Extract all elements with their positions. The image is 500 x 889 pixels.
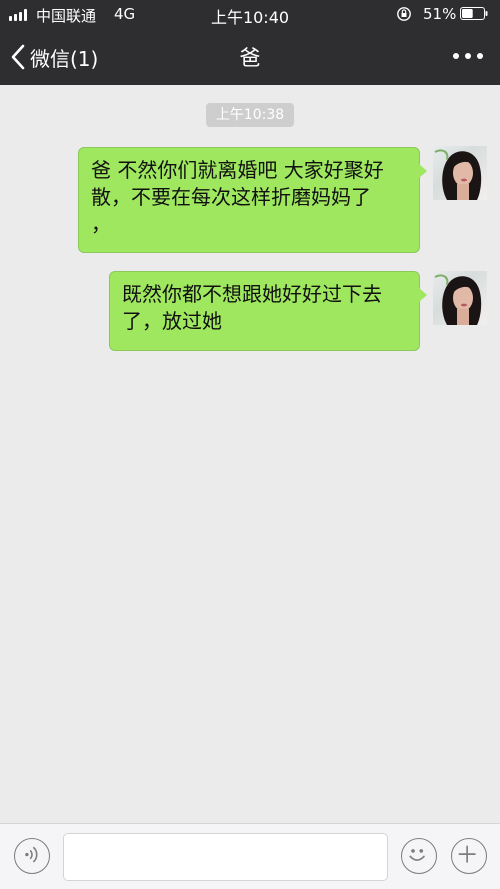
emoji-icon bbox=[409, 849, 425, 861]
message-timestamp: 上午10:38 bbox=[206, 103, 294, 127]
more-button[interactable] bbox=[450, 48, 486, 64]
avatar[interactable] bbox=[433, 146, 487, 200]
avatar-portrait-icon bbox=[434, 149, 482, 200]
chat-title: 爸 bbox=[239, 46, 261, 70]
plus-icon bbox=[458, 845, 476, 863]
battery-percent: 51% bbox=[423, 5, 457, 23]
message-input[interactable] bbox=[63, 833, 388, 881]
rotation-lock-icon bbox=[397, 7, 411, 21]
status-bar: 中国联通 4G 上午10:40 51% bbox=[0, 0, 500, 28]
voice-icon bbox=[25, 846, 38, 863]
nav-bar: 微信(1) 爸 bbox=[0, 28, 500, 85]
voice-button[interactable] bbox=[14, 838, 50, 874]
avatar-portrait-icon bbox=[434, 274, 482, 325]
battery-icon bbox=[460, 7, 488, 20]
message-bubble[interactable]: 既然你都不想跟她好好过下去了，放过她 bbox=[109, 271, 427, 351]
avatar[interactable] bbox=[433, 271, 487, 325]
message-bubble[interactable]: 爸 不然你们就离婚吧 大家好聚好散，不要在每次这样折磨妈妈了 ， bbox=[78, 147, 427, 253]
more-icon bbox=[453, 53, 459, 59]
plus-button[interactable] bbox=[451, 838, 487, 874]
input-bar bbox=[0, 823, 500, 889]
emoji-button[interactable] bbox=[401, 838, 437, 874]
